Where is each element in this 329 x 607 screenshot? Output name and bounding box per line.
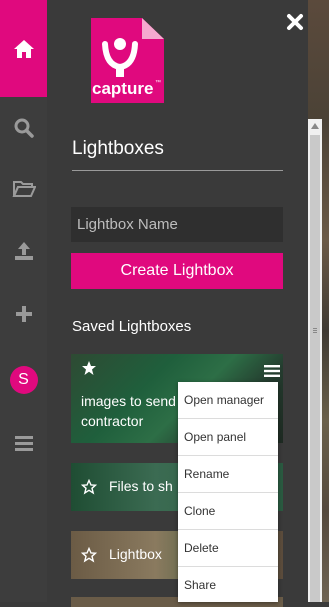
lightbox-context-menu: Open manager Open panel Rename Clone Del… [178, 382, 278, 602]
lightbox-label: Lightbox [109, 546, 162, 562]
close-icon[interactable] [283, 10, 307, 34]
nav-menu[interactable] [0, 431, 47, 455]
panel-title: Lightboxes [72, 138, 164, 159]
lightbox-menu-icon[interactable] [264, 364, 280, 378]
upload-icon [14, 242, 33, 260]
nav-search[interactable] [0, 116, 47, 140]
menu-item-delete[interactable]: Delete [178, 530, 278, 567]
nav-upload[interactable] [0, 239, 47, 263]
title-divider [72, 170, 283, 171]
star-filled-icon[interactable] [81, 360, 97, 376]
capture-logo: capture ™ [91, 18, 164, 103]
create-lightbox-button[interactable]: Create Lightbox [71, 253, 283, 289]
lightbox-label: Files to sh [109, 478, 173, 494]
scrollbar-thumb[interactable] [310, 135, 320, 602]
plus-icon [15, 306, 32, 322]
nav-user[interactable]: S [0, 365, 47, 395]
menu-item-open-manager[interactable]: Open manager [178, 382, 278, 419]
star-outline-icon[interactable] [81, 547, 97, 563]
panel-scrollbar[interactable] [308, 119, 322, 602]
svg-text:™: ™ [155, 79, 161, 86]
avatar: S [9, 366, 38, 394]
folder-open-icon [11, 181, 36, 197]
lightbox-name-input[interactable] [71, 207, 283, 242]
menu-item-rename[interactable]: Rename [178, 456, 278, 493]
svg-text:capture: capture [92, 79, 153, 98]
nav-folder[interactable] [0, 177, 47, 201]
saved-lightboxes-heading: Saved Lightboxes [72, 318, 192, 335]
hamburger-menu-icon [14, 436, 33, 451]
scroll-up-arrow-icon[interactable] [311, 123, 319, 129]
menu-item-open-panel[interactable]: Open panel [178, 419, 278, 456]
star-outline-icon[interactable] [81, 479, 97, 495]
left-nav-rail: S [0, 0, 47, 602]
menu-item-clone[interactable]: Clone [178, 493, 278, 530]
lightbox-label: images to send contractor [81, 393, 176, 429]
menu-item-share[interactable]: Share [178, 567, 278, 602]
nav-add[interactable] [0, 302, 47, 326]
search-icon [14, 118, 34, 138]
home-icon [13, 39, 34, 58]
scrollbar-grip [313, 328, 317, 329]
nav-home[interactable] [0, 0, 47, 97]
